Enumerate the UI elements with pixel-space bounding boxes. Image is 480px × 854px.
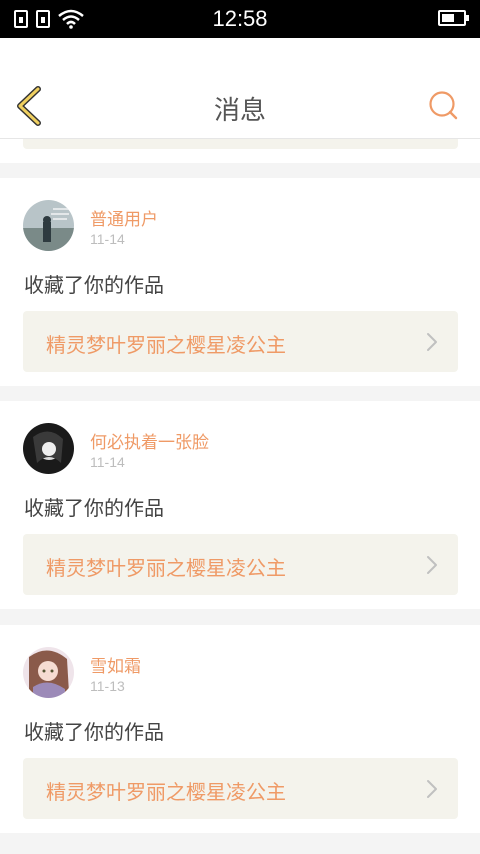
battery-icon — [438, 10, 469, 26]
username[interactable]: 何必执着一张脸 — [90, 428, 209, 453]
chevron-right-icon — [427, 556, 437, 574]
avatar[interactable] — [23, 647, 74, 698]
status-time: 12:58 — [212, 6, 268, 31]
work-link[interactable]: 精灵梦叶罗丽之樱星凌公主 — [23, 534, 458, 595]
search-button[interactable] — [428, 90, 460, 122]
chevron-right-icon — [427, 780, 437, 798]
username[interactable]: 雪如霜 — [90, 652, 141, 677]
work-link[interactable]: 精灵梦叶罗丽之樱星凌公主 — [23, 311, 458, 372]
work-link[interactable]: 精灵梦叶罗丽之樱星凌公主 — [23, 758, 458, 819]
message-card: 普通用户 11-14 收藏了你的作品 精灵梦叶罗丽之樱星凌公主 — [0, 178, 480, 386]
message-card: 何必执着一张脸 11-14 收藏了你的作品 精灵梦叶罗丽之樱星凌公主 — [0, 401, 480, 609]
chevron-right-icon — [427, 333, 437, 351]
work-title: 精灵梦叶罗丽之樱星凌公主 — [46, 780, 286, 804]
app-header: 消息 — [0, 38, 480, 139]
message-date: 11-13 — [90, 678, 125, 694]
work-link-partial[interactable] — [23, 139, 458, 149]
message-date: 11-14 — [90, 454, 125, 470]
avatar[interactable] — [23, 200, 74, 251]
list-item-partial — [0, 139, 480, 163]
avatar[interactable] — [23, 423, 74, 474]
message-action: 收藏了你的作品 — [24, 273, 164, 297]
message-action: 收藏了你的作品 — [24, 720, 164, 744]
work-title: 精灵梦叶罗丽之樱星凌公主 — [46, 333, 286, 357]
username[interactable]: 普通用户 — [90, 205, 158, 230]
status-bar: 12:58 — [0, 0, 480, 38]
search-icon — [429, 91, 458, 120]
page-title: 消息 — [213, 96, 266, 126]
work-title: 精灵梦叶罗丽之樱星凌公主 — [46, 556, 286, 580]
message-date: 11-14 — [90, 231, 125, 247]
message-action: 收藏了你的作品 — [24, 496, 164, 520]
message-card: 雪如霜 11-13 收藏了你的作品 精灵梦叶罗丽之樱星凌公主 — [0, 625, 480, 833]
